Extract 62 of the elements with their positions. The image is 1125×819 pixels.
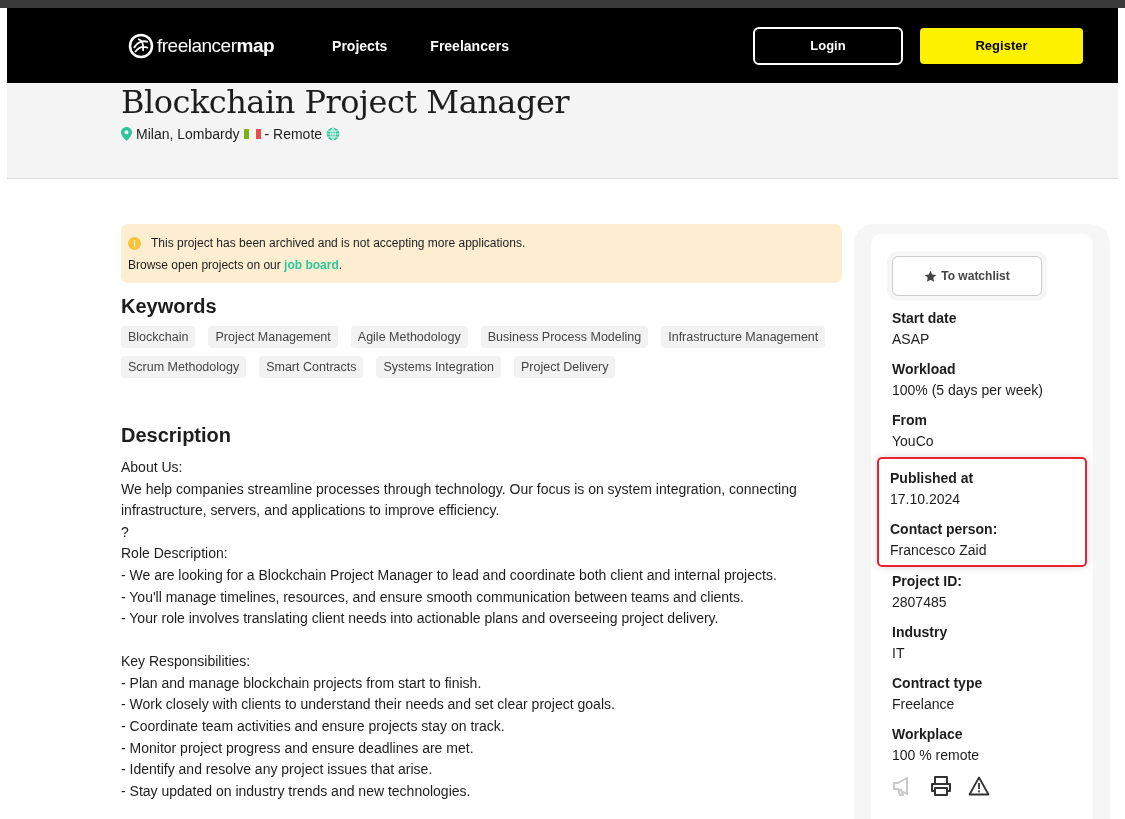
keyword-tag[interactable]: Systems Integration bbox=[376, 356, 501, 378]
description-line: About Us: bbox=[121, 458, 184, 477]
fact-label: Contract type bbox=[892, 674, 984, 693]
keyword-tag[interactable]: Project Management bbox=[208, 326, 338, 348]
page-title: Blockchain Project Manager bbox=[121, 83, 571, 121]
login-button[interactable]: Login bbox=[753, 26, 903, 65]
location-pin-icon bbox=[121, 127, 132, 141]
description-line: Key Responsibilities: bbox=[121, 652, 252, 672]
warning-icon[interactable] bbox=[968, 776, 990, 796]
flag-icon bbox=[243, 129, 261, 139]
notice-text: This project has been archived and is not accepting more applications. bbox=[151, 235, 526, 252]
description-line: - Identify and resolve any project issues that arise. bbox=[121, 760, 434, 780]
fact-label: Project ID: bbox=[892, 572, 963, 591]
fact-value: 100 % remote bbox=[892, 746, 981, 765]
description-line: - Monitor project progress and ensure deadlines are met. bbox=[121, 738, 475, 758]
description-line: - Stay updated on industry trends and new technologies. bbox=[121, 781, 472, 801]
keyword-tag[interactable]: Project Delivery bbox=[513, 356, 616, 378]
fact-value: 100% (5 days per week) bbox=[892, 381, 1044, 400]
fact-label: Industry bbox=[892, 623, 949, 642]
keyword-tag[interactable]: Business Process Modeling bbox=[480, 326, 649, 348]
description-line: - Coordinate team activities and ensure projects stay on track. bbox=[121, 717, 506, 737]
description-line: Role Description: bbox=[121, 544, 229, 564]
fact-value: Francesco Zaid bbox=[890, 541, 988, 560]
nav-link[interactable]: Projects bbox=[332, 37, 388, 54]
section-heading: Description bbox=[121, 424, 233, 447]
keyword-tag[interactable]: Scrum Methodology bbox=[121, 356, 247, 378]
description-line: We help companies streamline processes through technology. Our focus is on system integration, connecting infrastructure, servers, and applications to improve efficiency. bbox=[121, 479, 798, 521]
globe-icon bbox=[326, 127, 341, 141]
keyword-tag[interactable]: Infrastructure Management bbox=[661, 326, 826, 348]
print-icon[interactable] bbox=[930, 776, 952, 796]
description-line: - Plan and manage blockchain projects from start to finish. bbox=[121, 673, 483, 693]
description-line: - You'll manage timelines, resources, and ensure smooth communication between teams and clients. bbox=[121, 587, 745, 607]
logo-icon bbox=[128, 32, 154, 59]
logo-text[interactable]: freelancermap bbox=[157, 34, 275, 57]
keyword-tag[interactable]: Blockchain bbox=[121, 326, 196, 348]
description-line: - Your role involves translating client needs into actionable plans and overseeing project delivery. bbox=[121, 609, 720, 629]
fact-value: IT bbox=[892, 644, 906, 663]
fact-value: ASAP bbox=[892, 330, 931, 349]
fact-label: Published at bbox=[890, 469, 975, 488]
info-icon bbox=[128, 236, 141, 250]
remote-text: - Remote bbox=[264, 126, 323, 142]
star-icon bbox=[924, 269, 938, 283]
notice-text: . bbox=[338, 257, 343, 274]
notice-text: Browse open projects on our bbox=[128, 257, 281, 274]
fact-value: 2807485 bbox=[892, 593, 948, 612]
description-line: - Work closely with clients to understand their needs and set clear project goals. bbox=[121, 695, 616, 715]
fact-label: Start date bbox=[892, 309, 958, 328]
fact-label: Workplace bbox=[892, 725, 964, 744]
keyword-tag[interactable]: Smart Contracts bbox=[259, 356, 364, 378]
location-text: Milan, Lombardy bbox=[136, 126, 240, 142]
fact-label: From bbox=[892, 411, 928, 430]
keyword-tag[interactable]: Agile Methodology bbox=[350, 326, 468, 348]
description-line: - We are looking for a Blockchain Project Manager to lead and coordinate both client and internal projects. bbox=[121, 565, 778, 585]
fact-label: Contact person: bbox=[890, 520, 999, 539]
section-heading: Keywords bbox=[121, 295, 218, 318]
fact-value: YouCo bbox=[892, 432, 935, 451]
fact-value: 17.10.2024 bbox=[890, 490, 962, 509]
fact-label: Workload bbox=[892, 360, 957, 379]
fact-value: Freelance bbox=[892, 695, 956, 714]
nav-link[interactable]: Freelancers bbox=[430, 37, 509, 54]
register-button[interactable]: Register bbox=[920, 27, 1083, 64]
description-line: ? bbox=[121, 522, 130, 542]
